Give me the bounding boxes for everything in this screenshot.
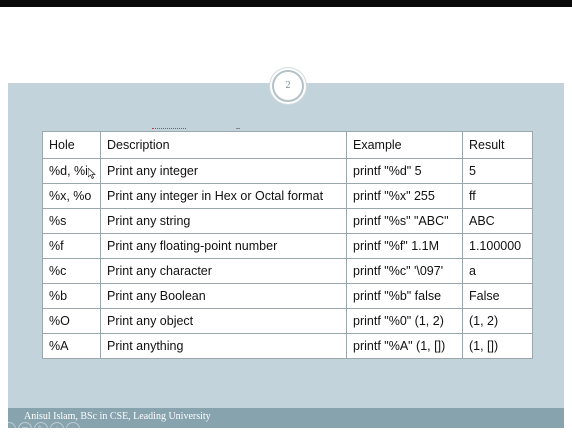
- slide-navigation: ‹ ≡ ✎ + ›: [2, 422, 80, 436]
- cell-hole: %A: [42, 333, 101, 359]
- cell-result: 5: [462, 158, 533, 184]
- cell-hole: %b: [42, 283, 101, 309]
- table-row: %c Print any character printf "%c" '\097' a: [42, 258, 533, 284]
- cell-result: 1.100000: [462, 233, 533, 259]
- header-example: Example: [346, 131, 463, 159]
- header-result: Result: [462, 131, 533, 159]
- cell-example: printf "%x" 255: [346, 183, 463, 209]
- cell-description: Print any character: [100, 258, 347, 284]
- footer-author: Anisul Islam, BSc in CSE, Leading Univer…: [24, 411, 211, 422]
- cell-description: Print any Boolean: [100, 283, 347, 309]
- table-row: %O Print any object printf "%0" (1, 2) (1, …: [42, 308, 533, 334]
- cell-result: a: [462, 258, 533, 284]
- next-slide-icon[interactable]: ›: [66, 422, 80, 436]
- table-row: %x, %o Print any integer in Hex or Octal …: [42, 183, 533, 209]
- header-description: Description: [100, 131, 347, 159]
- prev-slide-icon[interactable]: ‹: [2, 422, 16, 436]
- slide-footer-band: Anisul Islam, BSc in CSE, Leading Univer…: [8, 408, 564, 428]
- cell-description: Print any integer in Hex or Octal format: [100, 183, 347, 209]
- table-row: %s Print any string printf "%s" "ABC" ABC: [42, 208, 533, 234]
- cell-description: Print any floating-point number: [100, 233, 347, 259]
- header-hole: Hole: [42, 131, 101, 159]
- cell-description: Print any integer: [100, 158, 347, 184]
- cell-hole: %O: [42, 308, 101, 334]
- cell-result: ff: [462, 183, 533, 209]
- page-number-badge: 2: [272, 70, 304, 102]
- cell-hole: %x, %o: [42, 183, 101, 209]
- format-specifier-table: Hole Description Example Result %d, %i Pr…: [42, 131, 533, 359]
- cell-example: printf "%f" 1.1M: [346, 233, 463, 259]
- cell-example: printf "%A" (1, []): [346, 333, 463, 359]
- menu-icon[interactable]: ≡: [18, 422, 32, 436]
- cell-description: Print any string: [100, 208, 347, 234]
- cell-hole: %s: [42, 208, 101, 234]
- cell-result: (1, []): [462, 333, 533, 359]
- cell-hole: %c: [42, 258, 101, 284]
- bottom-strip: [0, 428, 572, 438]
- cell-result: ABC: [462, 208, 533, 234]
- table-row: %f Print any floating-point number printf …: [42, 233, 533, 259]
- cell-example: printf "%c" '\097': [346, 258, 463, 284]
- cell-example: printf "%d" 5: [346, 158, 463, 184]
- table-header-row: Hole Description Example Result: [42, 131, 533, 159]
- cell-example: printf "%s" "ABC": [346, 208, 463, 234]
- cell-description: Print anything: [100, 333, 347, 359]
- top-bar: [0, 0, 572, 7]
- zoom-icon[interactable]: +: [50, 422, 64, 436]
- cell-result: False: [462, 283, 533, 309]
- cell-description: Print any object: [100, 308, 347, 334]
- cell-hole: %f: [42, 233, 101, 259]
- table-row: %b Print any Boolean printf "%b" false Fals…: [42, 283, 533, 309]
- cell-result: (1, 2): [462, 308, 533, 334]
- table-row: %A Print anything printf "%A" (1, []) (1, […: [42, 333, 533, 359]
- cell-example: printf "%0" (1, 2): [346, 308, 463, 334]
- table-row: %d, %i Print any integer printf "%d" 55: [42, 158, 533, 184]
- cell-example: printf "%b" false: [346, 283, 463, 309]
- cursor-arrow-icon: [88, 168, 96, 179]
- pen-icon[interactable]: ✎: [34, 422, 48, 436]
